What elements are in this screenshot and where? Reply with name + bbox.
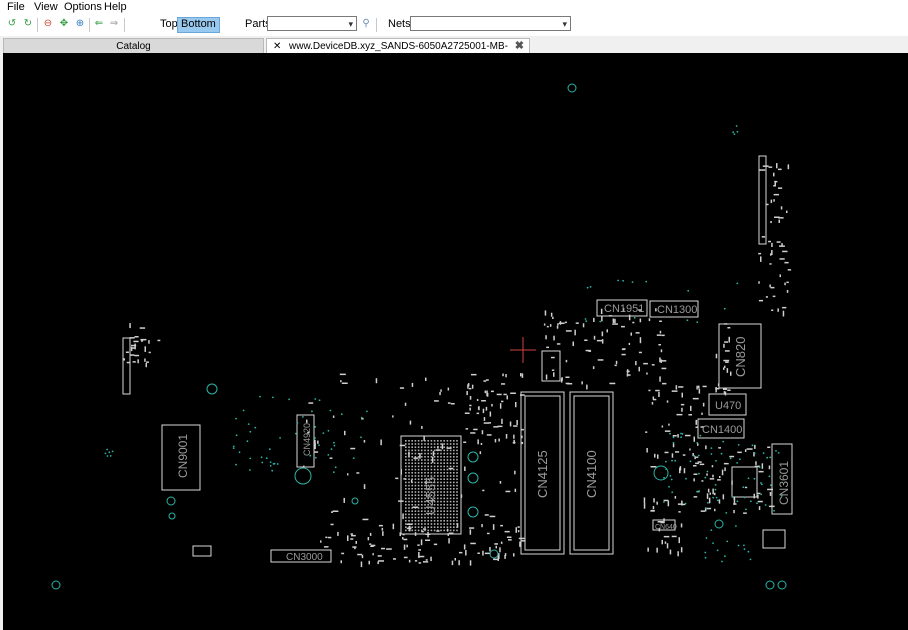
mounting-hole — [765, 580, 775, 590]
close-icon[interactable]: ✖ — [515, 39, 524, 54]
parts-combobox[interactable]: ▾ — [267, 16, 357, 31]
zoom-out-icon[interactable]: ⊖ — [42, 18, 54, 30]
tab-document[interactable]: ✕ www.DeviceDB.xyz_SANDS-6050A2725001-MB… — [266, 38, 530, 67]
label-u470: U470 — [715, 400, 741, 412]
mounting-hole — [206, 383, 218, 395]
label-cn1400: CN1400 — [702, 424, 742, 436]
toolbar-separator — [124, 18, 125, 32]
chevron-down-icon: ▾ — [348, 19, 353, 29]
tab-catalog-label: Catalog — [116, 41, 151, 52]
toolbar-separator — [89, 18, 90, 32]
label-cn9001: CN9001 — [176, 434, 190, 478]
label-cn4920: CN4920 — [302, 423, 312, 456]
toolbar-separator — [376, 18, 377, 32]
menu-bar: File View Options Help — [0, 0, 908, 14]
vias — [104, 125, 783, 563]
mounting-hole — [294, 467, 312, 485]
zoom-in-icon[interactable]: ⊕ — [74, 18, 86, 30]
menu-file[interactable]: File — [7, 1, 25, 13]
label-cn3601: CN3601 — [777, 461, 791, 505]
menu-view[interactable]: View — [34, 1, 58, 13]
tab-strip: Catalog ✕ www.DeviceDB.xyz_SANDS-6050A27… — [0, 36, 908, 67]
label-cn820: CN820 — [733, 337, 748, 377]
rotate-right-icon[interactable]: ↻ — [22, 18, 34, 30]
menu-help[interactable]: Help — [104, 1, 127, 13]
mounting-hole — [567, 83, 577, 93]
back-arrow-icon[interactable]: ⇐ — [93, 18, 105, 30]
menu-options[interactable]: Options — [64, 1, 102, 13]
fit-view-icon[interactable]: ✥ — [58, 18, 70, 30]
label-cn1300: CN1300 — [657, 304, 697, 316]
label-cn4125: CN4125 — [535, 450, 550, 498]
tab-catalog[interactable]: Catalog — [3, 38, 264, 53]
rotate-left-icon[interactable]: ↺ — [6, 18, 18, 30]
label-cn640: CN640 — [655, 524, 677, 531]
mounting-hole — [51, 580, 61, 590]
mounting-hole — [777, 580, 787, 590]
pin-icon[interactable]: ✕ — [273, 39, 281, 54]
label-cn3000: CN3000 — [286, 552, 323, 563]
bottom-side-button[interactable]: Bottom — [177, 17, 220, 33]
search-part-icon[interactable]: ⚲ — [360, 18, 372, 30]
crosshair-cursor — [510, 337, 536, 363]
label-u4555: U4555 — [423, 477, 438, 515]
board-canvas[interactable]: CN1951 CN1300 CN820 U470 CN1400 CN3601 C… — [3, 53, 908, 630]
label-cn4100: CN4100 — [584, 450, 599, 498]
smd-pads — [123, 163, 792, 568]
chevron-down-icon: ▾ — [562, 19, 567, 29]
forward-arrow-icon[interactable]: ⇒ — [108, 18, 120, 30]
toolbar: ↺ ↻ ⊖ ✥ ⊕ ⇐ ⇒ Top Bottom Parts: ▾ ⚲ Nets… — [0, 14, 908, 36]
label-cn1951: CN1951 — [604, 303, 644, 315]
board-drawing: CN1951 CN1300 CN820 U470 CN1400 CN3601 C… — [51, 83, 793, 590]
toolbar-separator — [37, 18, 38, 32]
nets-combobox[interactable]: ▾ — [410, 16, 571, 31]
